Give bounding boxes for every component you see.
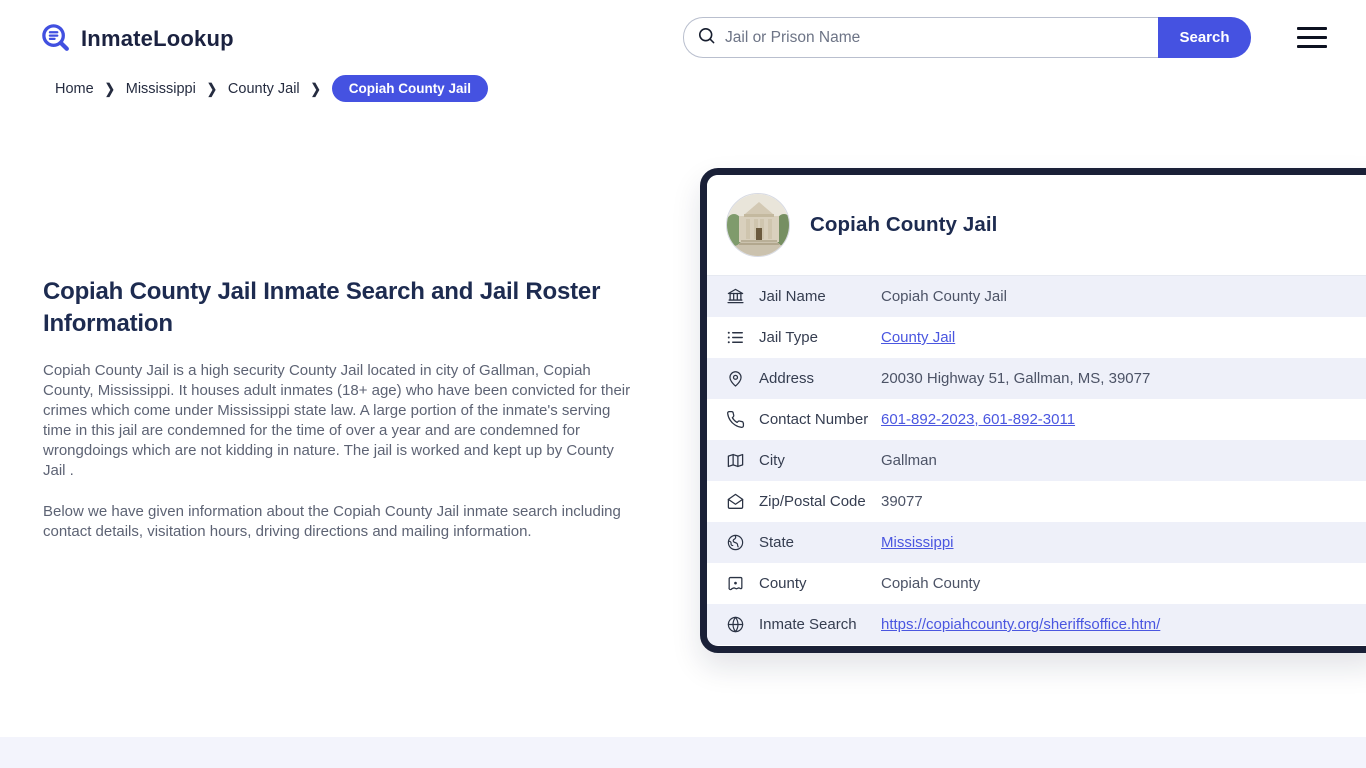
- row-label: Contact Number: [759, 411, 869, 428]
- brand-logo[interactable]: InmateLookup: [40, 22, 234, 55]
- row-value: 20030 Highway 51, Gallman, MS, 39077: [881, 370, 1151, 387]
- row-value: 39077: [881, 493, 923, 510]
- table-row-contact-number: Contact Number 601-892-2023, 601-892-301…: [707, 399, 1366, 440]
- brand-name: InmateLookup: [81, 25, 234, 51]
- article-paragraph: Copiah County Jail is a high security Co…: [43, 362, 631, 479]
- breadcrumb: Home ❯ Mississippi ❯ County Jail ❯ Copia…: [55, 75, 488, 102]
- table-row-zip: Zip/Postal Code 39077: [707, 481, 1366, 522]
- row-label: Jail Name: [759, 288, 826, 305]
- table-row-address: Address 20030 Highway 51, Gallman, MS, 3…: [707, 358, 1366, 399]
- article: Copiah County Jail Inmate Search and Jai…: [43, 276, 655, 542]
- county-flag-icon: [726, 574, 746, 594]
- chevron-right-icon: ❯: [104, 80, 115, 97]
- row-label: City: [759, 452, 785, 469]
- jail-type-link[interactable]: County Jail: [881, 329, 955, 346]
- state-link[interactable]: Mississippi: [881, 534, 954, 551]
- breadcrumb-current-badge: Copiah County Jail: [331, 75, 488, 102]
- table-row-state: State Mississippi: [707, 522, 1366, 563]
- table-row-city: City Gallman: [707, 440, 1366, 481]
- search-button[interactable]: Search: [1158, 17, 1251, 58]
- chevron-right-icon: ❯: [206, 80, 217, 97]
- globe-icon: [726, 615, 746, 635]
- article-paragraph: Below we have given information about th…: [43, 503, 621, 540]
- breadcrumb-home[interactable]: Home: [55, 81, 94, 97]
- magnifier-list-logo-icon: [40, 22, 73, 55]
- inmate-search-link[interactable]: https://copiahcounty.org/sheriffsoffice.…: [881, 616, 1160, 633]
- table-row-jail-type: Jail Type County Jail: [707, 317, 1366, 358]
- row-value: Copiah County: [881, 575, 981, 592]
- mail-icon: [726, 492, 746, 512]
- row-label: Address: [759, 370, 815, 387]
- map-icon: [726, 451, 746, 471]
- row-label: State: [759, 534, 795, 551]
- row-label: Zip/Postal Code: [759, 493, 866, 510]
- breadcrumb-mississippi[interactable]: Mississippi: [126, 81, 196, 97]
- row-label: County: [759, 575, 807, 592]
- map-pin-icon: [726, 369, 746, 389]
- page-title: Copiah County Jail Inmate Search and Jai…: [43, 278, 601, 337]
- menu-hamburger-icon[interactable]: [1297, 27, 1327, 48]
- table-row-jail-name: Jail Name Copiah County Jail: [707, 276, 1366, 317]
- phone-icon: [726, 410, 746, 430]
- table-row-county: County Copiah County: [707, 563, 1366, 604]
- table-row-inmate-search: Inmate Search https://copiahcounty.org/s…: [707, 604, 1366, 645]
- breadcrumb-county-jail[interactable]: County Jail: [228, 81, 300, 97]
- contact-number-link[interactable]: 601-892-2023, 601-892-3011: [881, 411, 1075, 428]
- row-value: Copiah County Jail: [881, 288, 1007, 305]
- site-search: Search: [683, 17, 1251, 58]
- jail-photo: [726, 193, 790, 257]
- card-header: Copiah County Jail: [707, 175, 1366, 276]
- list-icon: [726, 328, 746, 348]
- globe-americas-icon: [726, 533, 746, 553]
- footer-strip: [0, 737, 1366, 768]
- row-label: Inmate Search: [759, 616, 857, 633]
- bank-icon: [726, 287, 746, 307]
- jail-name-title: Copiah County Jail: [810, 213, 998, 236]
- search-box: [683, 17, 1158, 58]
- row-value: Gallman: [881, 452, 937, 469]
- jail-info-card: Copiah County Jail Jail Name Copiah Coun…: [700, 168, 1366, 653]
- search-icon: [697, 26, 716, 50]
- search-input[interactable]: [716, 18, 1158, 57]
- row-label: Jail Type: [759, 329, 818, 346]
- chevron-right-icon: ❯: [310, 80, 321, 97]
